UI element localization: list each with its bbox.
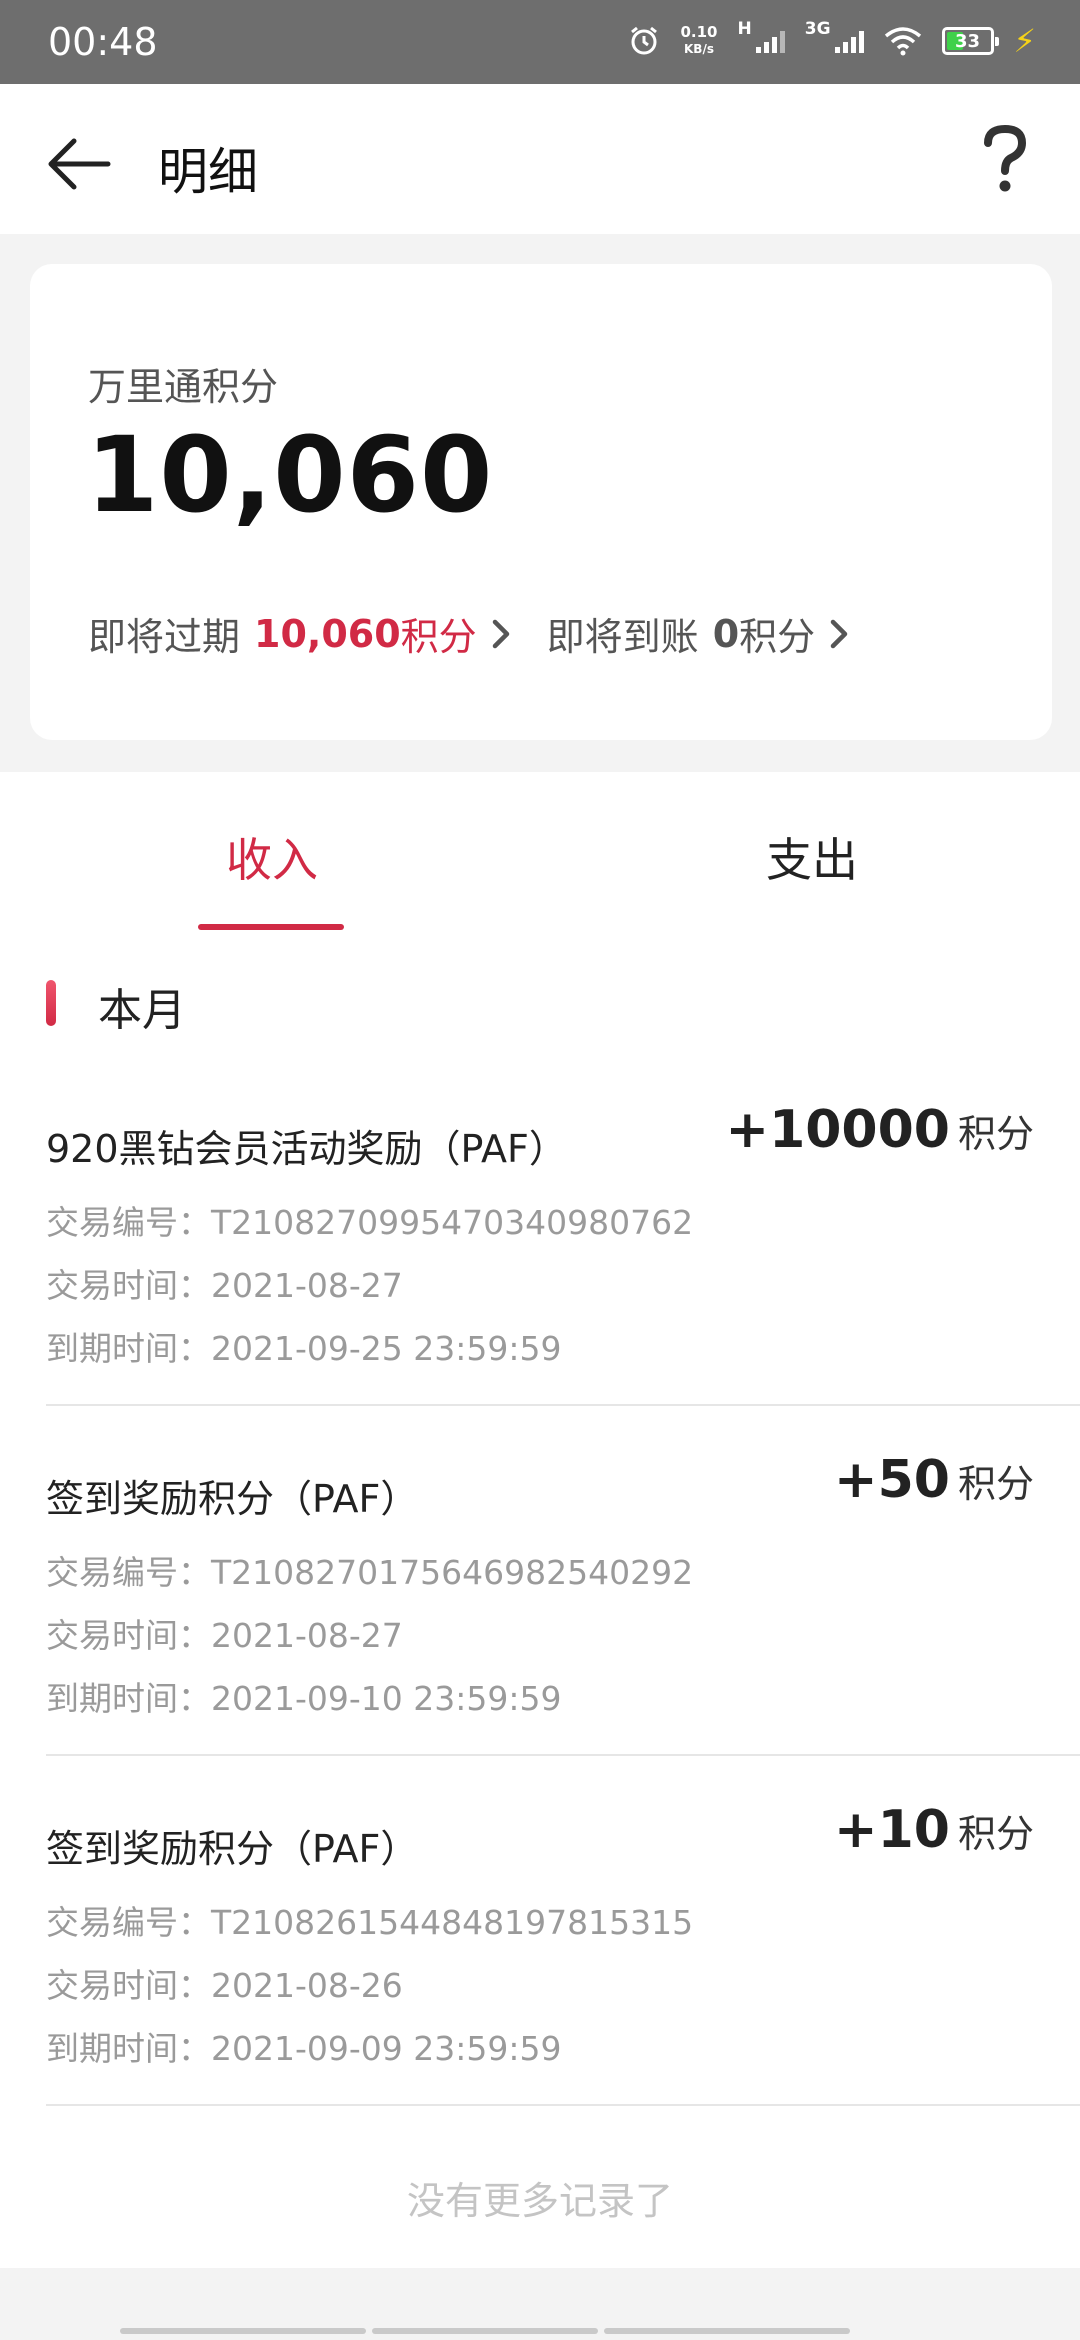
points-status-row: 即将过期 10,060 积分 即将到账 0 积分 xyxy=(88,606,885,661)
tab-bar: 收入 支出 xyxy=(0,772,1080,930)
page-title: 明细 xyxy=(158,143,258,201)
records-list: 本月 920黑钻会员活动奖励（PAF） +10000 积分 交易编号：T2108… xyxy=(0,930,1080,2268)
record-title: 920黑钻会员活动奖励（PAF） xyxy=(46,1127,567,1171)
incoming-points-link[interactable]: 即将到账 0 积分 xyxy=(547,606,885,661)
signal-2-icon xyxy=(834,29,864,53)
amount-unit: 积分 xyxy=(957,1812,1034,1856)
app-header: 明细 xyxy=(0,84,1080,234)
list-item[interactable]: 920黑钻会员活动奖励（PAF） +10000 积分 交易编号：T2108270… xyxy=(0,1058,1080,1406)
record-amount: +50 积分 xyxy=(834,1450,1034,1510)
help-button[interactable] xyxy=(970,120,1040,200)
expiry-time: 到期时间：2021-09-09 23:59:59 xyxy=(46,2029,562,2068)
incoming-value: 0 xyxy=(712,611,740,656)
tab-expense[interactable]: 支出 xyxy=(766,824,858,890)
divider xyxy=(46,1404,1080,1406)
tab-income[interactable]: 收入 xyxy=(226,824,318,890)
battery-icon: 33 xyxy=(941,27,999,55)
wifi-icon xyxy=(884,27,921,56)
amount-unit: 积分 xyxy=(957,1462,1034,1506)
net-speed-unit: KB/s xyxy=(684,42,714,56)
incoming-unit: 积分 xyxy=(739,615,816,659)
record-title: 签到奖励积分（PAF） xyxy=(46,1477,419,1521)
transaction-number: 交易编号：T2108270995470340980762 xyxy=(46,1203,694,1242)
net-speed: 0.10 KB/s xyxy=(680,24,717,58)
list-item[interactable]: 签到奖励积分（PAF） +50 积分 交易编号：T210827017564698… xyxy=(0,1408,1080,1756)
transaction-time: 交易时间：2021-08-27 xyxy=(46,1616,403,1655)
chevron-right-icon xyxy=(830,619,848,648)
back-arrow-icon xyxy=(48,138,111,190)
expiring-soon-link[interactable]: 即将过期 10,060 积分 xyxy=(88,606,547,661)
transaction-number: 交易编号：T2108270175646982540292 xyxy=(46,1553,694,1592)
signal-1-icon xyxy=(755,29,785,53)
divider xyxy=(46,1754,1080,1756)
points-balance: 10,060 xyxy=(86,414,494,536)
amount-value: +10 xyxy=(834,1800,950,1860)
expiry-time: 到期时间：2021-09-10 23:59:59 xyxy=(46,1679,562,1718)
section-marker xyxy=(46,980,56,1026)
status-time: 00:48 xyxy=(48,20,158,64)
points-label: 万里通积分 xyxy=(88,365,279,409)
no-more-records-text: 没有更多记录了 xyxy=(406,2179,673,2223)
charging-icon: ⚡ xyxy=(1013,22,1036,60)
signal-type-label-2: 3G xyxy=(804,19,831,39)
status-bar: 00:48 0.10 KB/s H 3G 33 ⚡ xyxy=(0,0,1080,84)
incoming-label: 即将到账 xyxy=(546,615,699,659)
back-button[interactable] xyxy=(40,124,120,204)
expiring-label: 即将过期 xyxy=(88,615,241,659)
expiry-time: 到期时间：2021-09-25 23:59:59 xyxy=(46,1329,562,1368)
list-item[interactable]: 签到奖励积分（PAF） +10 积分 交易编号：T210826154484819… xyxy=(0,1758,1080,2106)
record-amount: +10 积分 xyxy=(834,1800,1034,1860)
section-title: 本月 xyxy=(98,985,186,1036)
amount-value: +50 xyxy=(834,1450,950,1510)
divider xyxy=(46,2104,1080,2106)
alarm-icon xyxy=(631,26,658,55)
status-icons: 0.10 KB/s H 3G 33 ⚡ xyxy=(628,19,1036,60)
points-summary-card: 万里通积分 10,060 即将过期 10,060 积分 即将到账 0 积分 xyxy=(30,264,1052,740)
transaction-number: 交易编号：T2108261544848197815315 xyxy=(46,1903,694,1942)
record-title: 签到奖励积分（PAF） xyxy=(46,1827,419,1871)
expiring-value: 10,060 xyxy=(254,611,401,656)
battery-level: 33 xyxy=(955,30,981,52)
signal-type-label-1: H xyxy=(737,19,752,39)
record-amount: +10000 积分 xyxy=(726,1100,1035,1160)
transaction-time: 交易时间：2021-08-26 xyxy=(46,1966,403,2005)
transaction-time: 交易时间：2021-08-27 xyxy=(46,1266,403,1305)
net-speed-value: 0.10 xyxy=(680,23,718,41)
chevron-right-icon xyxy=(492,619,509,648)
amount-value: +10000 xyxy=(725,1100,950,1160)
bottom-scroll-indicator xyxy=(120,2328,960,2334)
question-mark-icon xyxy=(984,125,1027,192)
expiring-unit: 积分 xyxy=(400,615,477,659)
amount-unit: 积分 xyxy=(957,1112,1034,1156)
